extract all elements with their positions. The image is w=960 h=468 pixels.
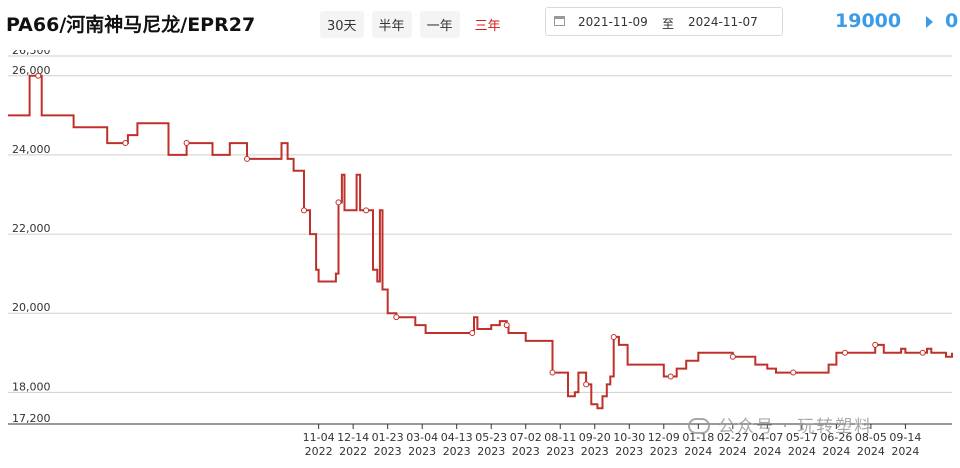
chart-header: PA66/河南神马尼龙/EPR27 30天 半年 一年 三年 2021-11-0… (0, 0, 960, 50)
x-tick-label: 09-14 (889, 431, 921, 444)
tab-half-year[interactable]: 半年 (371, 11, 412, 38)
data-point (122, 140, 129, 147)
play-icon (926, 16, 933, 28)
x-tick-year: 2023 (477, 445, 505, 458)
price-change: 0 (945, 10, 959, 32)
x-tick-year: 2023 (443, 445, 471, 458)
x-tick-year: 2023 (615, 445, 643, 458)
series-line (8, 74, 953, 410)
data-point (300, 207, 307, 214)
x-tick-label: 04-13 (441, 431, 473, 444)
x-tick-label: 05-23 (475, 431, 507, 444)
x-tick-year: 2023 (374, 445, 402, 458)
x-tick-year: 2023 (408, 445, 436, 458)
watermark-text: 公众号 · 玩转塑料 (718, 417, 874, 437)
data-point (790, 369, 797, 376)
series-layer (8, 72, 953, 410)
tab-30-days[interactable]: 30天 (320, 11, 364, 38)
x-tick-year: 2023 (512, 445, 540, 458)
x-tick-label: 12-14 (337, 431, 369, 444)
data-point (842, 349, 849, 356)
data-point (503, 322, 510, 329)
data-point (469, 329, 476, 336)
x-tick-year: 2024 (822, 445, 850, 458)
data-point (549, 369, 556, 376)
y-tick-label: 18,000 (12, 380, 51, 393)
x-tick-year: 2022 (305, 445, 333, 458)
x-tick-year: 2024 (753, 445, 781, 458)
x-tick-year: 2023 (650, 445, 678, 458)
data-point (872, 341, 879, 348)
date-range-picker[interactable]: 2021-11-09 至 2024-11-07 (545, 7, 783, 36)
x-tick-label: 07-02 (510, 431, 542, 444)
current-price: 19000 (835, 10, 902, 32)
data-point (393, 314, 400, 321)
wechat-icon (688, 418, 710, 434)
y-tick-label: 26,500 (12, 50, 51, 57)
grid-lines (8, 55, 952, 425)
tab-three-years[interactable]: 三年 (467, 11, 508, 38)
data-point (667, 373, 674, 380)
data-point (583, 381, 590, 388)
date-separator: 至 (662, 17, 675, 31)
x-tick-year: 2024 (788, 445, 816, 458)
y-tick-label: 24,000 (12, 143, 51, 156)
y-axis-ticks: 26,50026,00024,00022,00020,00018,00017,2… (12, 50, 51, 425)
x-tick-year: 2023 (581, 445, 609, 458)
x-tick-label: 11-04 (303, 431, 335, 444)
data-point (729, 353, 736, 360)
x-tick-year: 2024 (719, 445, 747, 458)
data-point (363, 207, 370, 214)
y-tick-label: 20,000 (12, 301, 51, 314)
data-point (919, 349, 926, 356)
x-tick-label: 08-11 (544, 431, 576, 444)
x-tick-year: 2022 (339, 445, 367, 458)
x-tick-label: 10-30 (613, 431, 645, 444)
x-tick-year: 2023 (546, 445, 574, 458)
x-tick-label: 03-04 (406, 431, 438, 444)
page-title: PA66/河南神马尼龙/EPR27 (6, 14, 256, 36)
data-point (610, 333, 617, 340)
y-tick-label: 22,000 (12, 222, 51, 235)
x-tick-year: 2024 (891, 445, 919, 458)
data-point (35, 72, 42, 79)
date-from[interactable]: 2021-11-09 (578, 15, 648, 29)
tab-one-year[interactable]: 一年 (419, 11, 460, 38)
date-to[interactable]: 2024-11-07 (688, 15, 758, 29)
calendar-icon (554, 16, 565, 26)
x-tick-label: 09-20 (579, 431, 611, 444)
x-tick-label: 12-09 (648, 431, 680, 444)
y-tick-label: 17,200 (12, 412, 51, 425)
x-tick-label: 01-23 (372, 431, 404, 444)
price-line-chart: 26,50026,00024,00022,00020,00018,00017,2… (8, 50, 953, 458)
data-point (244, 155, 251, 162)
data-point (183, 140, 190, 147)
x-tick-year: 2024 (857, 445, 885, 458)
x-tick-year: 2024 (684, 445, 712, 458)
range-tabs: 30天 半年 一年 三年 (320, 11, 508, 38)
watermark: 公众号 · 玩转塑料 (688, 412, 873, 437)
data-point (335, 199, 342, 206)
